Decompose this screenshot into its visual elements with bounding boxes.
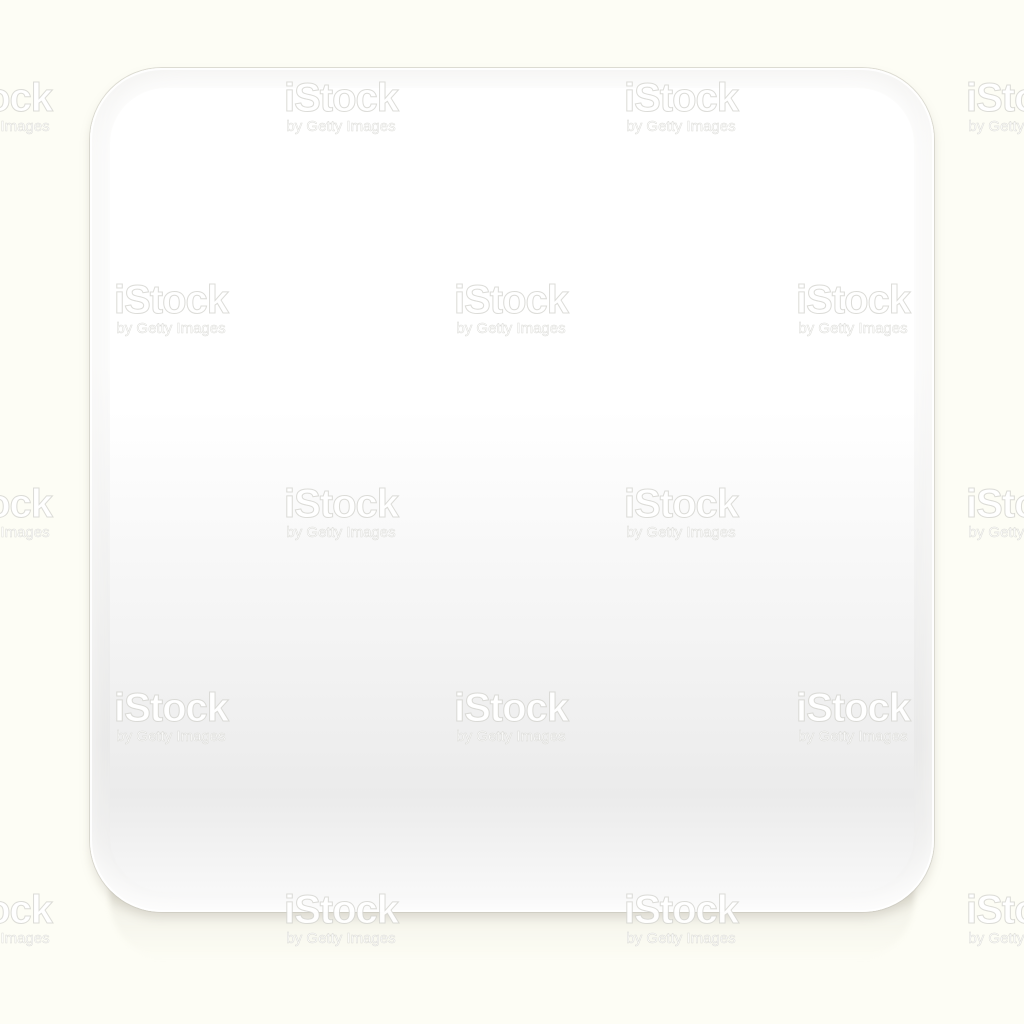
watermark-subtext: by Getty Images — [968, 930, 1024, 948]
istock-watermark: iStock by Getty Images — [0, 484, 80, 542]
stock-image-canvas: iStock by Getty Images iStock by Getty I… — [0, 0, 1024, 1024]
blank-square-button — [90, 68, 934, 912]
watermark-logo: iStock — [965, 482, 1024, 526]
watermark-subtext: by Getty Images — [968, 524, 1024, 542]
watermark-subtext: by Getty Images — [968, 118, 1024, 136]
watermark-logo: iStock — [0, 888, 54, 932]
istock-watermark: iStock by Getty Images — [0, 890, 80, 948]
istock-watermark: iStock by Getty Images — [938, 484, 1024, 542]
istock-watermark: iStock by Getty Images — [0, 78, 80, 136]
watermark-subtext: by Getty Images — [0, 930, 50, 948]
watermark-logo: iStock — [0, 76, 54, 120]
istock-watermark: iStock by Getty Images — [938, 78, 1024, 136]
watermark-logo: iStock — [0, 482, 54, 526]
istock-watermark: iStock by Getty Images — [938, 890, 1024, 948]
watermark-logo: iStock — [965, 76, 1024, 120]
button-face — [110, 88, 914, 892]
watermark-subtext: by Getty Images — [0, 524, 50, 542]
watermark-subtext: by Getty Images — [0, 118, 50, 136]
watermark-logo: iStock — [965, 888, 1024, 932]
